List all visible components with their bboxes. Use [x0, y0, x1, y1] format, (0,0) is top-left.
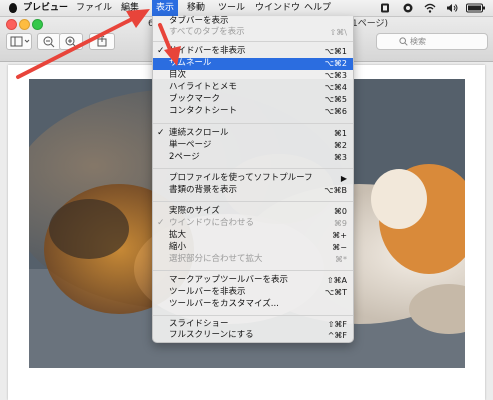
- menu-item-customize-toolbar[interactable]: ツールバーをカスタマイズ...: [153, 299, 353, 311]
- sidebar-icon: [10, 36, 30, 47]
- menu-separator: [153, 270, 353, 271]
- menu-item-soft-proof[interactable]: プロファイルを使ってソフトプルーフ ▶: [153, 173, 353, 185]
- checkmark-icon: ✓: [157, 128, 165, 138]
- battery-icon[interactable]: [466, 3, 486, 13]
- menu-item-actual-size[interactable]: 実際のサイズ ⌘0: [153, 206, 353, 218]
- menu-item-table-of-contents[interactable]: 目次 ⌥⌘3: [153, 70, 353, 82]
- apple-menu-icon[interactable]: [9, 3, 17, 13]
- volume-icon[interactable]: [446, 3, 458, 13]
- menu-item-bookmarks[interactable]: ブックマーク ⌥⌘5: [153, 94, 353, 106]
- menu-item-single-page[interactable]: 単一ページ ⌘2: [153, 140, 353, 152]
- zoom-in-icon: [65, 36, 77, 48]
- checkmark-icon: ✓: [157, 46, 165, 56]
- search-field[interactable]: 検索: [376, 33, 488, 50]
- menu-item-full-screen[interactable]: フルスクリーンにする ^⌘F: [153, 330, 353, 342]
- zoom-button[interactable]: [32, 19, 43, 30]
- menu-separator: [153, 315, 353, 316]
- menu-separator: [153, 41, 353, 42]
- menu-item-slideshow[interactable]: スライドショー ⇧⌘F: [153, 319, 353, 331]
- menu-tools[interactable]: ツール: [218, 0, 245, 16]
- window-title-right: 1ページ): [352, 19, 389, 29]
- menu-item-continuous-scroll[interactable]: ✓ 連続スクロール ⌘1: [153, 128, 353, 140]
- search-icon: [399, 37, 408, 46]
- menu-go[interactable]: 移動: [187, 0, 205, 16]
- menu-item-zoom-out[interactable]: 縮小 ⌘−: [153, 242, 353, 254]
- minimize-button[interactable]: [19, 19, 30, 30]
- menu-item-zoom-selection: 選択部分に合わせて拡大 ⌘*: [169, 254, 347, 264]
- menu-separator: [153, 201, 353, 202]
- zoom-out-button[interactable]: [37, 33, 61, 50]
- menu-item-thumbnails[interactable]: サムネール ⌥⌘2: [153, 58, 353, 70]
- menu-item-show-markup-toolbar[interactable]: マークアップツールバーを表示 ⇧⌘A: [153, 275, 353, 287]
- menu-edit[interactable]: 編集: [121, 0, 139, 16]
- menu-item-highlights-notes[interactable]: ハイライトとメモ ⌥⌘4: [153, 82, 353, 94]
- close-button[interactable]: [6, 19, 17, 30]
- menu-item-show-all-tabs: すべてのタブを表示 ⇧⌘\: [169, 27, 347, 37]
- sidebar-toggle-button[interactable]: [6, 33, 32, 50]
- menu-separator: [153, 123, 353, 124]
- menu-item-show-tab-bar[interactable]: タブバーを表示: [153, 16, 353, 28]
- menu-item-hide-sidebar[interactable]: ✓ サイドバーを非表示 ⌥⌘1: [153, 46, 353, 58]
- menu-app-name[interactable]: プレビュー: [23, 0, 68, 16]
- dropbox-status-icon[interactable]: [380, 3, 390, 13]
- menu-bar: プレビュー ファイル 編集 表示 移動 ツール ウインドウ ヘルプ: [0, 0, 493, 17]
- menu-item-two-pages[interactable]: 2ページ ⌘3: [153, 152, 353, 164]
- search-placeholder: 検索: [410, 37, 426, 46]
- menu-window[interactable]: ウインドウ: [255, 0, 300, 16]
- submenu-arrow-icon: ▶: [340, 174, 347, 183]
- menu-separator: [153, 168, 353, 169]
- menu-file[interactable]: ファイル: [76, 0, 112, 16]
- view-menu: タブバーを表示 すべてのタブを表示 ⇧⌘\ ✓ サイドバーを非表示 ⌥⌘1 サムネール…: [152, 16, 354, 343]
- menu-item-contact-sheet[interactable]: コンタクトシート ⌥⌘6: [153, 106, 353, 118]
- menu-item-show-background[interactable]: 書類の背景を表示 ⌥⌘B: [153, 185, 353, 197]
- menu-item-fit-window: ✓ ウインドウに合わせる ⌘9: [157, 218, 347, 228]
- menu-item-hide-toolbar[interactable]: ツールバーを非表示 ⌥⌘T: [153, 287, 353, 299]
- creative-cloud-icon[interactable]: [403, 3, 413, 13]
- zoom-out-icon: [43, 36, 55, 48]
- checkmark-icon: ✓: [157, 218, 165, 228]
- share-icon: [97, 34, 107, 47]
- share-button[interactable]: [89, 33, 115, 50]
- zoom-in-button[interactable]: [59, 33, 83, 50]
- menu-view[interactable]: 表示: [152, 0, 179, 16]
- menu-item-zoom-in[interactable]: 拡大 ⌘+: [153, 230, 353, 242]
- wifi-icon[interactable]: [424, 3, 436, 13]
- menu-help[interactable]: ヘルプ: [304, 0, 331, 16]
